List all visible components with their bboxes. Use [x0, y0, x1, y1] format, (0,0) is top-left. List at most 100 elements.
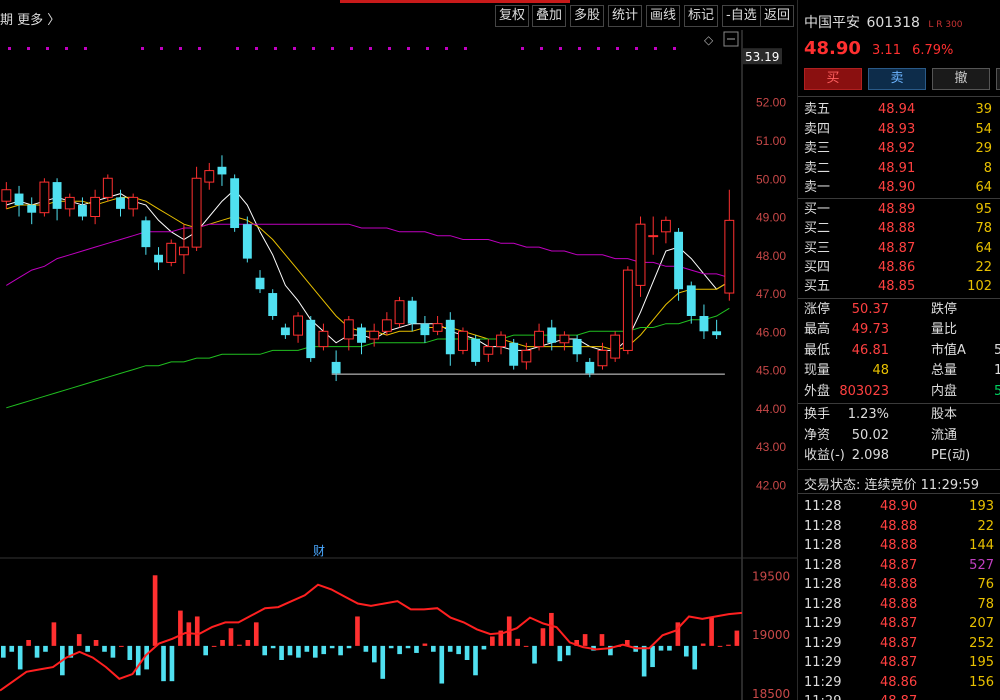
trade-status: 交易状态: 连续竞价 11:29:59 [804, 478, 980, 493]
event-dot [255, 47, 258, 50]
candle [585, 361, 595, 374]
volume-bar [405, 645, 411, 649]
tick-volume: 144 [969, 538, 994, 553]
volume-bar [372, 645, 377, 663]
candle [78, 205, 87, 217]
tick-time: 11:28 [804, 577, 842, 592]
overlay-button[interactable]: 叠加 [532, 5, 567, 27]
stat-row: 外盘 803023 内盘 5 [804, 384, 1000, 399]
multi-stock-button[interactable]: 多股 [570, 5, 605, 27]
ask-row-4[interactable]: 卖四 48.93 54 [804, 120, 1000, 140]
volume-bar [692, 645, 698, 670]
self-select-button[interactable]: -自选 [722, 5, 761, 27]
candle [318, 330, 329, 348]
fuquan-button[interactable]: 复权 [495, 5, 530, 27]
volume-bar [540, 628, 546, 646]
candle [230, 178, 240, 228]
stat-row: 最高 49.73 量比 [804, 322, 958, 337]
tick-time: 11:28 [804, 596, 842, 612]
stat-row: 换手 1.23% 股本 [804, 407, 958, 422]
price-tick-label: 51.00 [756, 134, 786, 148]
sell-button[interactable]: 卖 [868, 68, 926, 90]
volume-bar [422, 643, 428, 646]
buy-button[interactable]: 买 [804, 68, 862, 90]
kline-chart[interactable]: ◇ 53.19 52.00 51.00 50.00 49.00 48.00 47.00 46.0… [0, 30, 797, 700]
event-dot [654, 47, 657, 50]
ask-row-3[interactable]: 卖三 48.92 29 [804, 139, 1000, 159]
event-dot [597, 47, 600, 50]
candles [1, 155, 735, 382]
mark-button[interactable]: 标记 [684, 5, 719, 27]
tick-price: 48.87 [880, 692, 917, 700]
bid-row-5[interactable]: 买五 48.85 102 [804, 277, 1000, 297]
volume-bar [169, 645, 175, 682]
tick-row: 11:29 48.87 [804, 692, 994, 700]
tick-time: 11:28 [804, 499, 842, 514]
event-dot [635, 47, 638, 50]
ask-row-5[interactable]: 卖五 48.94 39 [804, 100, 1000, 120]
tick-price: 48.88 [880, 596, 918, 612]
volume-bar [641, 645, 647, 677]
divider [798, 493, 1000, 494]
candle [509, 342, 519, 366]
candle [52, 182, 62, 209]
volume-bar [734, 630, 740, 646]
ask-row-2[interactable]: 卖二 48.91 8 [804, 159, 1000, 179]
tick-volume: 527 [969, 557, 994, 573]
volume-bar [456, 645, 461, 655]
tick-volume: 252 [969, 635, 994, 651]
volume-bar [532, 645, 537, 664]
candle [445, 319, 455, 355]
event-dot [464, 47, 467, 50]
more-menu[interactable]: 更多 〉 [17, 13, 60, 28]
volume-bar [599, 634, 605, 646]
volume-bar [110, 645, 116, 658]
ask-row-1[interactable]: 卖一 48.90 64 [804, 178, 1000, 198]
candle [128, 196, 139, 210]
bid-row-4[interactable]: 买四 48.86 22 [804, 258, 1000, 278]
draw-line-button[interactable]: 画线 [646, 5, 681, 27]
volume-bar [329, 645, 335, 649]
volume-bar [119, 645, 124, 647]
price-tick-label: 49.00 [756, 211, 786, 225]
back-button[interactable]: 返回 [760, 5, 795, 27]
quote-line: 48.90 3.11 6.79% [804, 38, 953, 59]
period-label[interactable]: 期 更多 〉 [0, 9, 60, 28]
volume-bar [549, 612, 554, 646]
bid-row-1[interactable]: 买一 48.89 95 [804, 200, 1000, 220]
finance-marker: 财 [313, 544, 325, 558]
candle [724, 219, 735, 294]
volume-bar [194, 616, 200, 646]
event-dot [84, 47, 87, 50]
chart-toolbar: 期 更多 〉 复权 叠加 多股 统计 画线 标记 -自选 返回 [0, 4, 797, 30]
tick-time: 11:29 [804, 616, 842, 631]
volume-tick-label: 19000 [752, 628, 790, 642]
candle [394, 300, 405, 325]
candle [648, 235, 659, 238]
cancel-order-button[interactable]: 撤 [932, 68, 990, 90]
tick-price: 48.90 [880, 499, 918, 514]
volume-bar [9, 645, 15, 652]
divider [798, 298, 1000, 299]
volume-bar [43, 645, 48, 652]
moving-average-line [6, 188, 730, 351]
event-dot [8, 47, 11, 50]
trade-buttons: 买 卖 撤 [804, 68, 1000, 92]
tick-price: 48.87 [880, 635, 918, 651]
tick-time: 11:29 [804, 692, 841, 700]
tick-volume: 195 [969, 655, 994, 670]
volume-bar [523, 645, 529, 647]
tick-time: 11:29 [804, 635, 842, 651]
volume-bar [490, 636, 495, 646]
bid-row-3[interactable]: 买三 48.87 64 [804, 239, 1000, 259]
candle [39, 181, 50, 214]
volume-bar [245, 640, 251, 646]
volume-bar [1, 645, 6, 658]
bid-row-2[interactable]: 买二 48.88 78 [804, 219, 1000, 239]
diamond-icon: ◇ [704, 33, 714, 47]
statistics-button[interactable]: 统计 [608, 5, 643, 27]
volume-bar [515, 638, 520, 646]
more-trade-button[interactable] [996, 68, 1000, 90]
tick-time: 11:29 [804, 655, 842, 670]
volume-bar [178, 610, 183, 646]
